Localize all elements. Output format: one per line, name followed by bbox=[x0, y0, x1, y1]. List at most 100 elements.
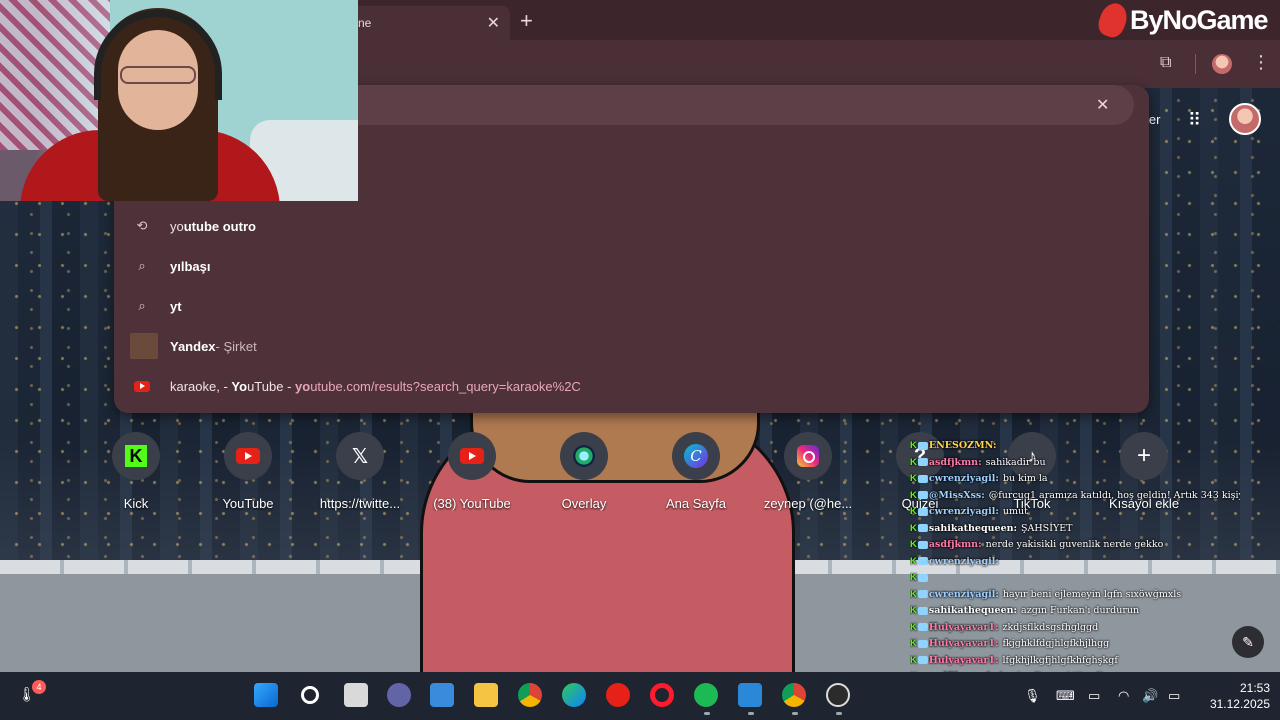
chat-message: Kasdfjkmn: nerde yakisikli guvenlik nerde… bbox=[910, 537, 1240, 554]
apps-grid-icon[interactable]: ⠿ bbox=[1188, 110, 1201, 131]
chat-text: fkjghklfdgjhlgfkhjlhgg bbox=[1002, 638, 1110, 649]
overlay-icon bbox=[560, 432, 608, 480]
suggestion-search[interactable]: ⌕ yılbaşı bbox=[114, 246, 1149, 286]
more-menu-icon[interactable]: ⋮ bbox=[1252, 52, 1270, 73]
shortcut-label: zeynep (@he... bbox=[763, 496, 853, 511]
shortcut-tile[interactable]: (38) YouTube bbox=[422, 432, 522, 511]
chat-text: zkdjsflkdsgsfhglggd bbox=[1002, 621, 1099, 633]
suggestion-history[interactable]: ⟲ youtube outro bbox=[114, 206, 1149, 246]
shortcut-tile[interactable]: YouTube bbox=[198, 432, 298, 511]
profile-avatar[interactable] bbox=[1212, 54, 1232, 74]
suggestion-youtube[interactable]: karaoke, - YouTube - youtube.com/results… bbox=[114, 366, 1149, 406]
badge-icon bbox=[917, 557, 928, 565]
clear-icon[interactable]: ✕ bbox=[1096, 95, 1109, 115]
search-icon: ⌕ bbox=[138, 258, 146, 273]
battery-icon[interactable]: ▭ bbox=[1168, 688, 1180, 704]
chat-text: nerde yakisikli guvenlik nerde gekko bbox=[985, 539, 1164, 550]
tab-title: ne bbox=[358, 16, 372, 30]
x-icon: 𝕏 bbox=[336, 432, 384, 480]
shortcut-tile[interactable]: Overlay bbox=[534, 432, 634, 511]
clock-date: 31.12.2025 bbox=[1209, 697, 1270, 711]
suggestion-title: Yandex bbox=[170, 338, 216, 354]
flame-icon bbox=[1094, 0, 1132, 41]
chat-username: ENESOZMN: bbox=[928, 440, 997, 451]
chat-message: K Hulyayavar1: lfgkhjlkgfjhlgfkhfghşkgf bbox=[910, 653, 1240, 670]
shortcut-tile[interactable]: 𝕏https://twitte... bbox=[310, 432, 410, 511]
badge-icon bbox=[917, 656, 928, 664]
site-icon bbox=[130, 333, 158, 359]
chrome-profile-icon[interactable] bbox=[782, 683, 806, 707]
bynogame-logo: ByNoGame bbox=[1094, 0, 1280, 41]
chat-text: lfgkhjlkgfjhlgfkhfghşkgf bbox=[1002, 654, 1118, 666]
youtube-music-icon[interactable] bbox=[606, 683, 630, 707]
extensions-icon[interactable]: ⧉ bbox=[1160, 54, 1180, 74]
running-indicator bbox=[792, 712, 798, 715]
close-icon[interactable]: ✕ bbox=[487, 13, 500, 33]
chat-message: Ksahikathequeen: ŞAHSİYET bbox=[910, 521, 1240, 538]
keyboard-icon[interactable]: ⌨ bbox=[1056, 688, 1075, 704]
kick-icon: K bbox=[910, 440, 917, 451]
suggestion-text: karaoke, - YouTube - youtube.com/results… bbox=[170, 378, 581, 394]
shortcut-tile[interactable]: K Kick bbox=[86, 432, 186, 511]
obs-icon[interactable] bbox=[826, 683, 850, 707]
opera-icon[interactable] bbox=[650, 683, 674, 707]
running-indicator bbox=[704, 712, 710, 715]
shortcut-label: Kick bbox=[123, 496, 149, 511]
kick-icon: K bbox=[910, 572, 917, 583]
edge-icon[interactable] bbox=[562, 683, 586, 707]
shortcut-label: Overlay bbox=[561, 496, 607, 511]
volume-icon[interactable]: 🔊 bbox=[1142, 688, 1158, 704]
chrome-icon[interactable] bbox=[518, 683, 542, 707]
chat-message: Kcwrenziyagil: bu kim la bbox=[910, 471, 1240, 488]
suggestion-text: youtube outro bbox=[170, 218, 256, 234]
badge-icon bbox=[917, 573, 928, 582]
spotify-icon[interactable] bbox=[694, 683, 718, 707]
search-icon[interactable] bbox=[301, 686, 319, 704]
shortcut-label: Ana Sayfa bbox=[666, 496, 726, 511]
badge-icon bbox=[917, 491, 928, 499]
suggestion-site[interactable]: Yandex - Şirket bbox=[114, 326, 1149, 366]
kick-icon: K bbox=[910, 506, 917, 517]
suggestion-search[interactable]: ⌕ yt bbox=[114, 286, 1149, 326]
chat-message: Kcwrenziyagil: hayır beni ejlemeyin lgfn … bbox=[910, 587, 1240, 604]
chat-message: Ksahikathequeen: azgın Furkan'ı durdurun bbox=[910, 603, 1240, 620]
badge-icon bbox=[917, 474, 928, 483]
suggestion-desc: - Şirket bbox=[215, 338, 257, 354]
mic-icon[interactable]: 🎙 bbox=[1024, 688, 1041, 704]
chat-username: Hulyayavar1: bbox=[928, 621, 999, 633]
task-view-icon[interactable] bbox=[344, 683, 368, 707]
toolbar-divider bbox=[1195, 54, 1196, 74]
system-clock[interactable]: 21:53 31.12.2025 bbox=[1200, 680, 1270, 712]
chat-text: umut bbox=[1002, 506, 1028, 517]
running-indicator bbox=[836, 712, 842, 715]
shortcut-tile[interactable]: C Ana Sayfa bbox=[646, 432, 746, 511]
clock-time: 21:53 bbox=[1239, 681, 1270, 695]
chat-text: azgın Furkan'ı durdurun bbox=[1021, 605, 1140, 616]
notification-badge: 4 bbox=[32, 680, 46, 694]
history-icon: ⟲ bbox=[136, 218, 148, 233]
shortcut-tile[interactable]: zeynep (@he... bbox=[758, 432, 858, 511]
chat-username: cwrenziyagil: bbox=[928, 588, 999, 600]
wifi-icon[interactable]: ◠ bbox=[1118, 688, 1129, 704]
chat-username: Hulyayavar1: bbox=[928, 638, 999, 649]
headset-icon bbox=[94, 10, 222, 100]
new-tab-button[interactable]: + bbox=[520, 8, 533, 34]
chat-username: sahikathequeen: bbox=[928, 522, 1018, 534]
brand-text: ByNoGame bbox=[1130, 4, 1269, 35]
chat-text: hayır beni ejlemeyin lgfn sıxöwğmxls bbox=[1002, 588, 1182, 600]
chat-username: @MissXss: bbox=[928, 489, 985, 501]
badge-icon bbox=[917, 458, 928, 466]
badge-icon bbox=[917, 540, 928, 549]
youtube-icon bbox=[224, 432, 272, 480]
chat-message: K Hulyayavar1: fkjghklfdgjhlgfkhjlhgg bbox=[910, 636, 1240, 653]
start-icon[interactable] bbox=[254, 683, 278, 707]
teams-icon[interactable] bbox=[387, 683, 411, 707]
display-icon[interactable]: ▭ bbox=[1088, 688, 1100, 704]
file-explorer-icon[interactable] bbox=[474, 683, 498, 707]
chat-text: sahikadir bu bbox=[985, 456, 1046, 468]
account-avatar[interactable] bbox=[1229, 103, 1261, 135]
app-icon[interactable] bbox=[738, 683, 762, 707]
customize-edit-icon[interactable]: ✎ bbox=[1232, 626, 1264, 658]
search-icon: ⌕ bbox=[138, 298, 146, 313]
store-icon[interactable] bbox=[430, 683, 454, 707]
